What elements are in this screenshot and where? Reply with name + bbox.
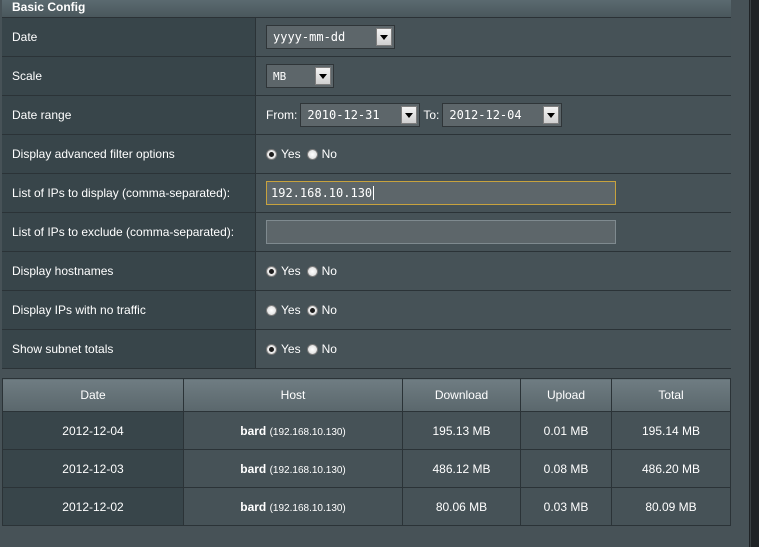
row-host: bard (192.168.10.130) <box>183 487 403 526</box>
hostnames-label: Display hostnames <box>2 252 256 290</box>
row-host: bard (192.168.10.130) <box>183 411 403 450</box>
header-host[interactable]: Host <box>183 378 403 412</box>
to-date-select[interactable]: 2012-12-04 <box>442 103 563 127</box>
table-header-row: Date Host Download Upload Total <box>2 378 731 412</box>
header-date[interactable]: Date <box>2 378 184 412</box>
scale-label: Scale <box>2 57 256 95</box>
row-download: 80.06 MB <box>402 487 521 526</box>
row-total: 195.14 MB <box>611 411 731 450</box>
ips-display-input[interactable]: 192.168.10.130 <box>266 181 616 205</box>
row-date: Date yyyy-mm-dd <box>2 18 731 57</box>
table-row: 2012-12-03 bard (192.168.10.130) 486.12 … <box>2 449 731 488</box>
row-total: 80.09 MB <box>611 487 731 526</box>
row-scale: Scale MB <box>2 57 731 96</box>
panel-title: Basic Config <box>2 0 731 18</box>
row-ips-exclude: List of IPs to exclude (comma-separated)… <box>2 213 731 252</box>
row-download: 486.12 MB <box>402 449 521 488</box>
ips-exclude-label: List of IPs to exclude (comma-separated)… <box>2 213 256 251</box>
chevron-down-icon[interactable] <box>315 67 331 85</box>
row-upload: 0.08 MB <box>520 449 612 488</box>
row-upload: 0.01 MB <box>520 411 612 450</box>
subnet-totals-label: Show subnet totals <box>2 330 256 368</box>
row-advanced-filter: Display advanced filter options Yes No <box>2 135 731 174</box>
row-no-traffic: Display IPs with no traffic Yes No <box>2 291 731 330</box>
traffic-table: Date Host Download Upload Total 2012-12-… <box>2 378 731 526</box>
subnet-totals-no-radio[interactable] <box>306 343 318 355</box>
header-total[interactable]: Total <box>611 378 731 412</box>
no-traffic-no-radio[interactable] <box>306 304 318 316</box>
row-total: 486.20 MB <box>611 449 731 488</box>
row-date: 2012-12-04 <box>2 411 184 450</box>
row-date-range: Date range From: 2010-12-31 To: 2012-12-… <box>2 96 731 135</box>
advanced-filter-label: Display advanced filter options <box>2 135 256 173</box>
from-label: From: <box>266 108 298 122</box>
hostnames-no-radio[interactable] <box>306 265 318 277</box>
row-subnet-totals: Show subnet totals Yes No <box>2 330 731 369</box>
row-download: 195.13 MB <box>402 411 521 450</box>
row-hostnames: Display hostnames Yes No <box>2 252 731 291</box>
row-upload: 0.03 MB <box>520 487 612 526</box>
header-download[interactable]: Download <box>402 378 521 412</box>
hostnames-yes-radio[interactable] <box>266 265 277 277</box>
scale-select[interactable]: MB <box>266 64 334 88</box>
row-date: 2012-12-02 <box>2 487 184 526</box>
row-ips-display: List of IPs to display (comma-separated)… <box>2 174 731 213</box>
table-row: 2012-12-02 bard (192.168.10.130) 80.06 M… <box>2 487 731 526</box>
from-date-select[interactable]: 2010-12-31 <box>300 103 421 127</box>
row-host: bard (192.168.10.130) <box>183 449 403 488</box>
window-edge-line <box>750 0 751 547</box>
header-upload[interactable]: Upload <box>520 378 612 412</box>
chevron-down-icon[interactable] <box>401 106 418 124</box>
to-label: To: <box>423 108 440 122</box>
table-row: 2012-12-04 bard (192.168.10.130) 195.13 … <box>2 411 731 450</box>
ips-exclude-input[interactable] <box>266 220 616 244</box>
no-traffic-yes-radio[interactable] <box>266 304 277 316</box>
advanced-filter-yes-radio[interactable] <box>266 148 277 160</box>
ips-display-label: List of IPs to display (comma-separated)… <box>2 174 256 212</box>
basic-config-panel: Basic Config Date yyyy-mm-dd Scale MB Da… <box>2 0 731 369</box>
date-label: Date <box>2 18 256 56</box>
chevron-down-icon[interactable] <box>543 106 560 124</box>
date-range-label: Date range <box>2 96 256 134</box>
subnet-totals-yes-radio[interactable] <box>266 343 277 355</box>
chevron-down-icon[interactable] <box>376 28 392 46</box>
advanced-filter-no-radio[interactable] <box>306 148 318 160</box>
row-date: 2012-12-03 <box>2 449 184 488</box>
no-traffic-label: Display IPs with no traffic <box>2 291 256 329</box>
date-format-select[interactable]: yyyy-mm-dd <box>266 25 395 49</box>
